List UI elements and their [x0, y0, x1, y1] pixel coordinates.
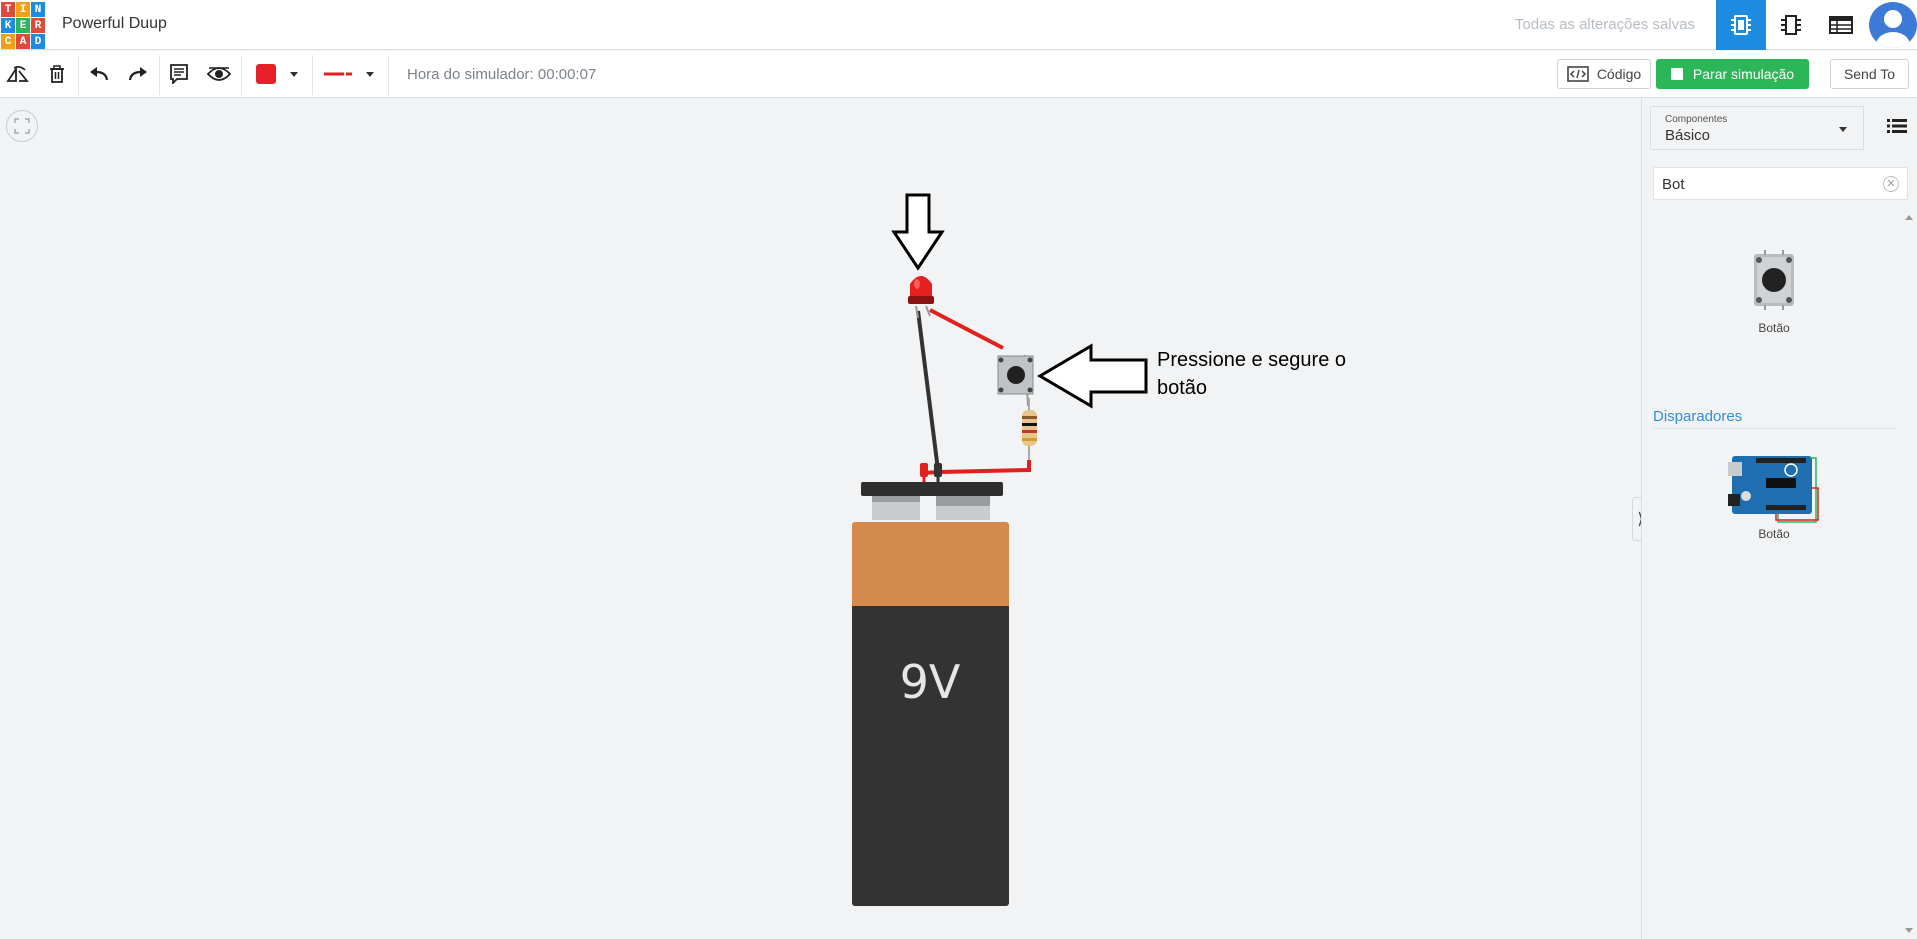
wire	[916, 310, 940, 471]
top-bar: T I N K E R C A D Powerful Duup Todas as…	[0, 0, 1917, 50]
toolbar-divider	[241, 55, 242, 95]
wire-type-icon	[324, 72, 352, 76]
resistor-component	[1022, 398, 1037, 460]
push-button-icon	[1754, 250, 1794, 310]
circuit-view-icon	[1731, 15, 1751, 35]
schematic-view-icon	[1781, 15, 1801, 35]
trigger-item-label: Botão	[1758, 527, 1790, 541]
arduino-board-icon	[1728, 456, 1819, 523]
logo-letter: E	[16, 18, 30, 33]
rotate-icon	[6, 66, 29, 82]
components-dropdown-value: Básico	[1665, 127, 1711, 144]
components-panel: Componentes Básico Bot ✕ Botão Disparado…	[1641, 98, 1917, 939]
editor-toolbar: Hora do simulador: 00:00:07 Código Parar…	[0, 51, 1917, 98]
toolbar-divider	[159, 55, 160, 95]
logo-letter: N	[31, 2, 45, 17]
tinkercad-logo[interactable]: T I N K E R C A D	[0, 0, 45, 49]
battery-label: 9V	[900, 655, 961, 709]
chevron-down-icon	[366, 71, 374, 77]
component-list-icon	[1829, 16, 1853, 34]
notes-icon	[170, 64, 188, 84]
toolbar-divider	[78, 55, 79, 95]
redo-button[interactable]	[123, 51, 153, 97]
delete-button[interactable]	[42, 51, 72, 97]
notes-button[interactable]	[165, 51, 193, 97]
project-title[interactable]: Powerful Duup	[62, 15, 167, 33]
stop-simulation-label: Parar simulação	[1692, 66, 1795, 82]
scroll-down-icon[interactable]	[1905, 928, 1913, 933]
stop-simulation-button[interactable]: Parar simulação	[1656, 59, 1809, 89]
logo-letter: R	[31, 18, 45, 33]
component-item-label: Botão	[1758, 321, 1790, 335]
wire	[929, 308, 1004, 350]
annotation-text: Pressione e segure o botão	[1157, 349, 1347, 399]
push-button-component	[997, 355, 1034, 395]
send-to-label: Send To	[1843, 66, 1896, 82]
logo-letter: I	[16, 2, 30, 17]
arrow-down-icon	[891, 193, 945, 271]
user-avatar-icon[interactable]	[1869, 2, 1917, 48]
component-list-button[interactable]	[1816, 0, 1866, 50]
wire-color-picker[interactable]	[246, 51, 308, 97]
logo-letter: K	[1, 18, 15, 33]
circuit-view-button[interactable]	[1716, 0, 1766, 50]
save-status: Todas as alterações salvas	[1514, 16, 1695, 33]
toolbar-divider	[388, 55, 389, 95]
code-button[interactable]: Código	[1557, 59, 1651, 89]
scroll-up-icon[interactable]	[1905, 215, 1913, 220]
components-dropdown[interactable]: Componentes Básico	[1650, 106, 1864, 150]
section-divider	[1653, 428, 1897, 429]
visibility-button[interactable]	[203, 51, 235, 97]
undo-icon	[90, 67, 109, 81]
wire-type-picker[interactable]	[316, 51, 382, 97]
logo-letter: D	[31, 34, 45, 49]
list-icon	[1887, 119, 1907, 133]
redo-icon	[128, 67, 147, 81]
code-button-label: Código	[1596, 66, 1642, 82]
component-search-input[interactable]: Bot ✕	[1653, 167, 1908, 200]
components-dropdown-label: Componentes	[1665, 114, 1728, 125]
section-title-disparadores: Disparadores	[1653, 408, 1743, 425]
search-value: Bot	[1662, 176, 1685, 193]
send-to-button[interactable]: Send To	[1830, 59, 1909, 89]
circuit-drawing: 9V	[852, 193, 1148, 906]
logo-letter: C	[1, 34, 15, 49]
schematic-view-button[interactable]	[1766, 0, 1816, 50]
logo-letter: A	[16, 34, 30, 49]
circuit-canvas[interactable]: 9V Pressione e segure o botão	[0, 98, 1641, 939]
clear-search-icon[interactable]: ✕	[1883, 176, 1899, 192]
code-icon	[1567, 66, 1589, 82]
arrow-left-icon	[1037, 343, 1148, 409]
rotate-button[interactable]	[2, 51, 34, 97]
simulator-time: Hora do simulador: 00:00:07	[407, 66, 597, 83]
chevron-down-icon	[1839, 127, 1847, 132]
list-view-button[interactable]	[1887, 118, 1907, 139]
visibility-icon	[207, 67, 231, 81]
wire-color-swatch	[256, 64, 276, 84]
logo-letter: T	[1, 2, 15, 17]
toolbar-divider	[312, 55, 313, 95]
chevron-down-icon	[290, 71, 298, 77]
undo-button[interactable]	[84, 51, 114, 97]
trigger-item-botao[interactable]: Botão	[1714, 448, 1834, 541]
component-item-botao[interactable]: Botão	[1714, 248, 1834, 335]
wire	[939, 460, 1031, 474]
stop-icon	[1670, 68, 1683, 80]
trash-icon	[50, 65, 64, 83]
